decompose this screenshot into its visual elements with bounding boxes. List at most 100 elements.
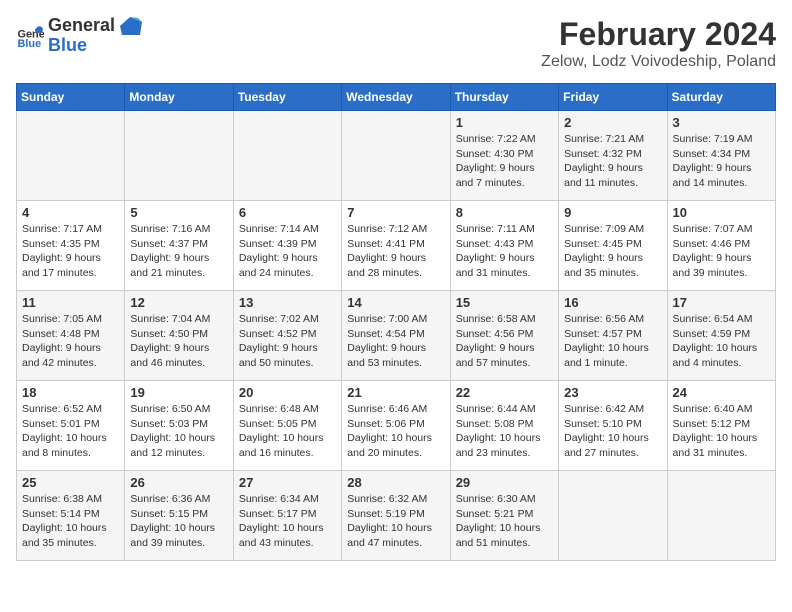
calendar-week-2: 4Sunrise: 7:17 AM Sunset: 4:35 PM Daylig… (17, 201, 776, 291)
day-info: Sunrise: 6:54 AM Sunset: 4:59 PM Dayligh… (673, 312, 770, 371)
calendar-cell: 16 Sunrise: 6:56 AM Sunset: 4:57 PM Dayli… (559, 291, 667, 381)
day-info: Sunrise: 7:22 AM Sunset: 4:30 PM Dayligh… (456, 132, 553, 191)
day-info: Sunrise: 7:12 AM Sunset: 4:41 PM Dayligh… (347, 222, 444, 281)
day-info: Sunrise: 7:04 AM Sunset: 4:50 PM Dayligh… (130, 312, 227, 371)
day-info: Sunrise: 6:46 AM Sunset: 5:06 PM Dayligh… (347, 402, 444, 461)
weekday-header-row: SundayMondayTuesdayWednesdayThursdayFrid… (17, 84, 776, 111)
day-number: 9 (564, 205, 661, 220)
day-number: 8 (456, 205, 553, 220)
day-number: 20 (239, 385, 336, 400)
day-number: 7 (347, 205, 444, 220)
day-number: 18 (22, 385, 119, 400)
calendar-cell: 9Sunrise: 7:09 AM Sunset: 4:45 PM Daylig… (559, 201, 667, 291)
calendar-cell: 25 Sunrise: 6:38 AM Sunset: 5:14 PM Dayli… (17, 471, 125, 561)
day-number: 5 (130, 205, 227, 220)
day-number: 21 (347, 385, 444, 400)
day-number: 14 (347, 295, 444, 310)
day-number: 3 (673, 115, 770, 130)
day-info: Sunrise: 6:42 AM Sunset: 5:10 PM Dayligh… (564, 402, 661, 461)
svg-text:Blue: Blue (18, 38, 42, 50)
calendar-cell: 23 Sunrise: 6:42 AM Sunset: 5:10 PM Dayli… (559, 381, 667, 471)
calendar-cell: 14 Sunrise: 7:00 AM Sunset: 4:54 PM Dayli… (342, 291, 450, 381)
weekday-header-friday: Friday (559, 84, 667, 111)
day-info: Sunrise: 7:14 AM Sunset: 4:39 PM Dayligh… (239, 222, 336, 281)
weekday-header-sunday: Sunday (17, 84, 125, 111)
calendar-cell: 26 Sunrise: 6:36 AM Sunset: 5:15 PM Dayli… (125, 471, 233, 561)
day-info: Sunrise: 6:36 AM Sunset: 5:15 PM Dayligh… (130, 492, 227, 551)
weekday-header-thursday: Thursday (450, 84, 558, 111)
day-info: Sunrise: 6:30 AM Sunset: 5:21 PM Dayligh… (456, 492, 553, 551)
calendar-cell: 12 Sunrise: 7:04 AM Sunset: 4:50 PM Dayli… (125, 291, 233, 381)
day-number: 19 (130, 385, 227, 400)
weekday-header-wednesday: Wednesday (342, 84, 450, 111)
calendar-week-5: 25 Sunrise: 6:38 AM Sunset: 5:14 PM Dayli… (17, 471, 776, 561)
page-header: General Blue General Blue February 2024 … (16, 16, 776, 71)
subtitle: Zelow, Lodz Voivodeship, Poland (541, 53, 776, 71)
day-number: 13 (239, 295, 336, 310)
calendar-cell: 28 Sunrise: 6:32 AM Sunset: 5:19 PM Dayli… (342, 471, 450, 561)
calendar-cell: 4Sunrise: 7:17 AM Sunset: 4:35 PM Daylig… (17, 201, 125, 291)
logo-icon: General Blue (16, 22, 44, 50)
calendar-cell: 7 Sunrise: 7:12 AM Sunset: 4:41 PM Daylig… (342, 201, 450, 291)
title-area: February 2024 Zelow, Lodz Voivodeship, P… (541, 16, 776, 71)
day-info: Sunrise: 6:52 AM Sunset: 5:01 PM Dayligh… (22, 402, 119, 461)
calendar-cell: 5 Sunrise: 7:16 AM Sunset: 4:37 PM Daylig… (125, 201, 233, 291)
day-info: Sunrise: 7:11 AM Sunset: 4:43 PM Dayligh… (456, 222, 553, 281)
day-info: Sunrise: 6:58 AM Sunset: 4:56 PM Dayligh… (456, 312, 553, 371)
calendar-table: SundayMondayTuesdayWednesdayThursdayFrid… (16, 83, 776, 561)
calendar-cell (125, 111, 233, 201)
logo-general: General (48, 16, 142, 36)
day-number: 17 (673, 295, 770, 310)
day-number: 24 (673, 385, 770, 400)
day-number: 26 (130, 475, 227, 490)
calendar-cell: 20 Sunrise: 6:48 AM Sunset: 5:05 PM Dayli… (233, 381, 341, 471)
calendar-cell: 18 Sunrise: 6:52 AM Sunset: 5:01 PM Dayli… (17, 381, 125, 471)
day-info: Sunrise: 6:38 AM Sunset: 5:14 PM Dayligh… (22, 492, 119, 551)
calendar-cell: 29 Sunrise: 6:30 AM Sunset: 5:21 PM Dayli… (450, 471, 558, 561)
calendar-cell (233, 111, 341, 201)
calendar-cell: 22 Sunrise: 6:44 AM Sunset: 5:08 PM Dayli… (450, 381, 558, 471)
day-info: Sunrise: 7:00 AM Sunset: 4:54 PM Dayligh… (347, 312, 444, 371)
day-info: Sunrise: 6:56 AM Sunset: 4:57 PM Dayligh… (564, 312, 661, 371)
logo-blue: Blue (48, 36, 142, 56)
day-number: 29 (456, 475, 553, 490)
day-info: Sunrise: 7:16 AM Sunset: 4:37 PM Dayligh… (130, 222, 227, 281)
day-number: 25 (22, 475, 119, 490)
calendar-cell: 15Sunrise: 6:58 AM Sunset: 4:56 PM Dayli… (450, 291, 558, 381)
calendar-cell: 1 Sunrise: 7:22 AM Sunset: 4:30 PM Daylig… (450, 111, 558, 201)
calendar-cell: 19 Sunrise: 6:50 AM Sunset: 5:03 PM Dayli… (125, 381, 233, 471)
day-number: 2 (564, 115, 661, 130)
day-number: 28 (347, 475, 444, 490)
day-number: 27 (239, 475, 336, 490)
logo: General Blue General Blue (16, 16, 142, 56)
day-number: 11 (22, 295, 119, 310)
day-info: Sunrise: 7:05 AM Sunset: 4:48 PM Dayligh… (22, 312, 119, 371)
calendar-cell: 13 Sunrise: 7:02 AM Sunset: 4:52 PM Dayli… (233, 291, 341, 381)
day-info: Sunrise: 7:19 AM Sunset: 4:34 PM Dayligh… (673, 132, 770, 191)
day-number: 1 (456, 115, 553, 130)
calendar-cell: 17 Sunrise: 6:54 AM Sunset: 4:59 PM Dayli… (667, 291, 775, 381)
calendar-cell: 24 Sunrise: 6:40 AM Sunset: 5:12 PM Dayli… (667, 381, 775, 471)
calendar-cell: 6Sunrise: 7:14 AM Sunset: 4:39 PM Daylig… (233, 201, 341, 291)
day-info: Sunrise: 6:50 AM Sunset: 5:03 PM Dayligh… (130, 402, 227, 461)
day-info: Sunrise: 6:40 AM Sunset: 5:12 PM Dayligh… (673, 402, 770, 461)
day-info: Sunrise: 6:34 AM Sunset: 5:17 PM Dayligh… (239, 492, 336, 551)
day-info: Sunrise: 6:32 AM Sunset: 5:19 PM Dayligh… (347, 492, 444, 551)
calendar-week-1: 1 Sunrise: 7:22 AM Sunset: 4:30 PM Daylig… (17, 111, 776, 201)
main-title: February 2024 (541, 16, 776, 53)
calendar-cell: 8 Sunrise: 7:11 AM Sunset: 4:43 PM Daylig… (450, 201, 558, 291)
day-info: Sunrise: 7:02 AM Sunset: 4:52 PM Dayligh… (239, 312, 336, 371)
day-number: 12 (130, 295, 227, 310)
day-info: Sunrise: 6:44 AM Sunset: 5:08 PM Dayligh… (456, 402, 553, 461)
calendar-cell (342, 111, 450, 201)
calendar-cell: 27 Sunrise: 6:34 AM Sunset: 5:17 PM Dayli… (233, 471, 341, 561)
day-info: Sunrise: 7:17 AM Sunset: 4:35 PM Dayligh… (22, 222, 119, 281)
day-number: 16 (564, 295, 661, 310)
day-number: 23 (564, 385, 661, 400)
calendar-cell: 21 Sunrise: 6:46 AM Sunset: 5:06 PM Dayli… (342, 381, 450, 471)
weekday-header-monday: Monday (125, 84, 233, 111)
calendar-cell (17, 111, 125, 201)
day-info: Sunrise: 6:48 AM Sunset: 5:05 PM Dayligh… (239, 402, 336, 461)
day-number: 22 (456, 385, 553, 400)
calendar-cell: 3 Sunrise: 7:19 AM Sunset: 4:34 PM Daylig… (667, 111, 775, 201)
